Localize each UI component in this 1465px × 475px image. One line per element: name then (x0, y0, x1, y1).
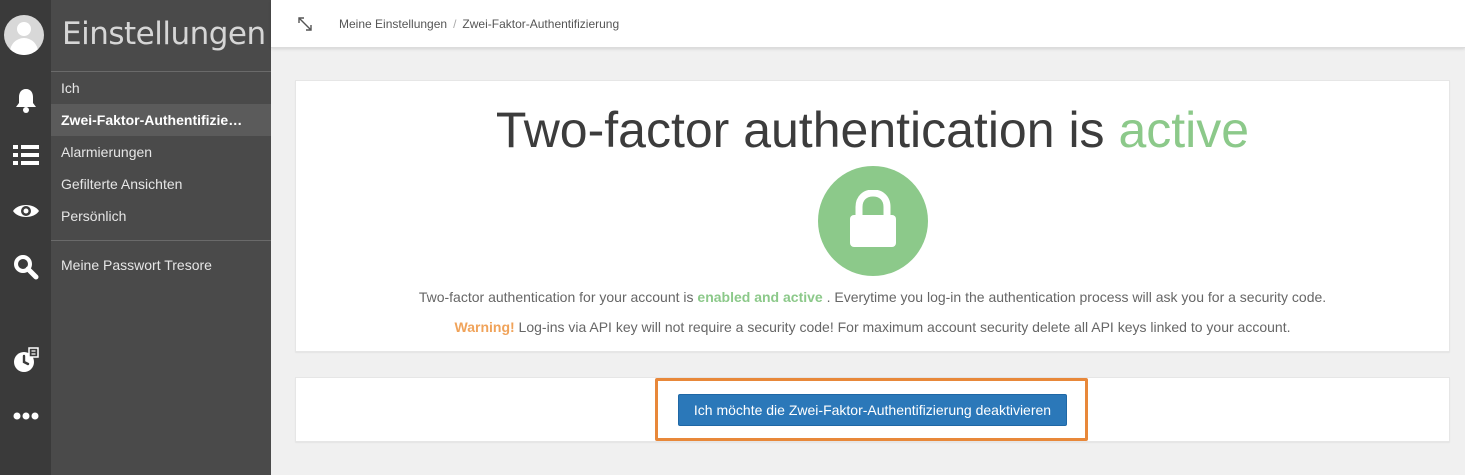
sidebar-divider (51, 240, 271, 241)
more-icon[interactable] (0, 396, 51, 436)
breadcrumb-separator: / (453, 17, 457, 31)
breadcrumb: Meine Einstellungen / Zwei-Faktor-Authenti… (339, 17, 619, 31)
page-title: Two-factor authentication is active (296, 101, 1449, 159)
sidebar-item-gefilterte-ansichten[interactable]: Gefilterte Ansichten (51, 168, 271, 200)
breadcrumb-item-meine-einstellungen[interactable]: Meine Einstellungen (339, 17, 447, 31)
lock-badge (818, 166, 928, 276)
status-description: Two-factor authentication for your accou… (296, 289, 1449, 305)
sidebar-item-ich[interactable]: Ich (51, 72, 271, 104)
headline-state: active (1118, 102, 1250, 158)
avatar-area (0, 0, 51, 72)
description-state: enabled and active (697, 289, 823, 305)
sidebar-item-passwort-tresore[interactable]: Meine Passwort Tresore (51, 249, 271, 281)
description-suffix: . Everytime you log-in the authenticatio… (822, 289, 1327, 305)
bell-icon[interactable] (0, 80, 51, 120)
headline-prefix: Two-factor authentication is (495, 102, 1119, 158)
deactivate-two-factor-button[interactable]: Ich möchte die Zwei-Faktor-Authentifizie… (678, 394, 1067, 426)
settings-sidebar: Einstellungen Ich Zwei-Faktor-Authentifi… (51, 0, 271, 475)
expand-icon[interactable] (295, 14, 315, 34)
breadcrumb-item-current: Zwei-Faktor-Authentifizierung (462, 17, 620, 31)
sidebar-item-alarmierungen[interactable]: Alarmierungen (51, 136, 271, 168)
list-icon[interactable] (0, 135, 51, 175)
sidebar-item-persoenlich[interactable]: Persönlich (51, 200, 271, 232)
top-bar: Meine Einstellungen / Zwei-Faktor-Authenti… (271, 0, 1465, 48)
warning-message: Warning! Log-ins via API key will not re… (296, 319, 1449, 335)
avatar[interactable] (4, 15, 44, 55)
sidebar-title: Einstellungen (62, 16, 266, 52)
warning-label: Warning! (454, 319, 515, 335)
description-prefix: Two-factor authentication for your accou… (418, 289, 698, 305)
clock-icon[interactable] (0, 340, 51, 380)
search-icon[interactable] (0, 247, 51, 287)
icon-rail (0, 0, 51, 475)
eye-icon[interactable] (0, 191, 51, 231)
warning-text: Log-ins via API key will not require a s… (514, 319, 1291, 335)
two-factor-status-panel: Two-factor authentication is active Two-… (295, 80, 1450, 352)
sidebar-item-two-factor[interactable]: Zwei-Faktor-Authentifizie… (51, 104, 271, 136)
lock-icon (850, 190, 896, 247)
